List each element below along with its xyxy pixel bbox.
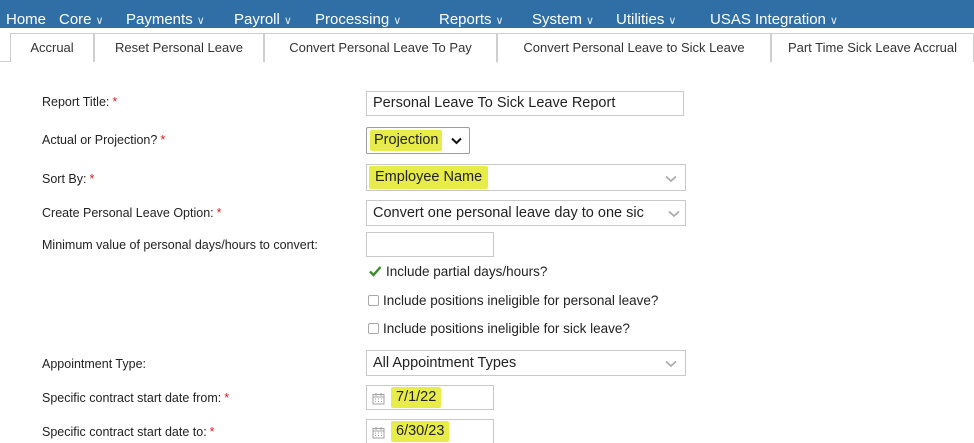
- nav-payroll[interactable]: Payroll ∨: [234, 11, 292, 30]
- nav-core-label: Core: [59, 11, 92, 28]
- chevron-down-icon: ∨: [495, 15, 504, 27]
- chevron-down-icon: [668, 210, 680, 218]
- appointment-type-value: All Appointment Types: [373, 355, 517, 371]
- start-date-from-label: Specific contract start date from: *: [42, 391, 229, 405]
- tab-convert-personal-leave-to-pay[interactable]: Convert Personal Leave To Pay: [264, 33, 497, 62]
- nav-utilities[interactable]: Utilities ∨: [616, 11, 676, 30]
- minimum-value-input[interactable]: [366, 232, 494, 257]
- start-date-to-label-text: Specific contract start date to:: [42, 425, 207, 439]
- check-icon[interactable]: [368, 264, 382, 278]
- actual-projection-select[interactable]: Projection: [366, 127, 470, 154]
- top-nav: Home Core ∨ Payments ∨ Payroll ∨ Processing…: [0, 0, 974, 28]
- appointment-type-select[interactable]: All Appointment Types: [366, 350, 686, 376]
- nav-home-label: Home: [6, 11, 47, 28]
- sort-by-select[interactable]: Employee Name: [366, 164, 686, 191]
- calendar-icon[interactable]: [372, 426, 385, 439]
- nav-payroll-label: Payroll: [234, 11, 280, 28]
- start-date-from-label-text: Specific contract start date from:: [42, 391, 222, 405]
- chevron-down-icon: ∨: [393, 15, 402, 27]
- chevron-down-icon: ∨: [95, 15, 104, 27]
- tab-accrual[interactable]: Accrual: [10, 33, 94, 62]
- chevron-down-icon: [451, 137, 462, 145]
- start-date-to-value: 6/30/23: [391, 421, 450, 442]
- chevron-down-icon: [665, 360, 677, 368]
- start-date-from-input[interactable]: 7/1/22: [366, 385, 494, 410]
- nav-payments-label: Payments: [126, 11, 193, 28]
- include-ineligible-personal-label: Include positions ineligible for persona…: [383, 293, 659, 308]
- start-date-from-value: 7/1/22: [391, 387, 442, 408]
- nav-usas-integration[interactable]: USAS Integration ∨: [710, 11, 838, 30]
- nav-reports-label: Reports: [439, 11, 492, 28]
- include-partial-label: Include partial days/hours?: [386, 264, 548, 279]
- tab-part-time-sick-leave-accrual[interactable]: Part Time Sick Leave Accrual: [771, 33, 974, 62]
- tab-bar: Accrual Reset Personal Leave Convert Per…: [0, 33, 974, 63]
- calendar-icon[interactable]: [372, 392, 385, 405]
- actual-projection-label-text: Actual or Projection?: [42, 133, 158, 147]
- tab-reset-personal-leave[interactable]: Reset Personal Leave: [94, 33, 264, 62]
- required-marker: *: [224, 391, 230, 405]
- checkbox[interactable]: [368, 295, 379, 306]
- report-title-label: Report Title: *: [42, 95, 117, 109]
- required-marker: *: [209, 425, 215, 439]
- minimum-value-label: Minimum value of personal days/hours to …: [42, 238, 318, 252]
- nav-home[interactable]: Home: [6, 11, 46, 28]
- chevron-down-icon: ∨: [829, 15, 838, 27]
- create-option-label-text: Create Personal Leave Option:: [42, 206, 214, 220]
- create-option-label: Create Personal Leave Option: *: [42, 206, 222, 220]
- report-title-input[interactable]: Personal Leave To Sick Leave Report: [366, 91, 684, 116]
- actual-projection-label: Actual or Projection? *: [42, 133, 165, 147]
- sort-by-label: Sort By: *: [42, 172, 94, 186]
- nav-utilities-label: Utilities: [616, 11, 665, 28]
- checkbox[interactable]: [368, 323, 379, 334]
- required-marker: *: [112, 95, 118, 109]
- tab-convert-personal-leave-to-sick-leave[interactable]: Convert Personal Leave to Sick Leave: [497, 33, 771, 63]
- nav-system-label: System: [532, 11, 583, 28]
- nav-processing-label: Processing: [315, 11, 390, 28]
- nav-reports[interactable]: Reports ∨: [439, 11, 504, 30]
- create-option-value: Convert one personal leave day to one si…: [373, 205, 644, 221]
- chevron-down-icon: [665, 175, 677, 183]
- sort-by-value: Employee Name: [369, 166, 489, 189]
- required-marker: *: [160, 133, 166, 147]
- start-date-to-label: Specific contract start date to: *: [42, 425, 215, 439]
- nav-usas-integration-label: USAS Integration: [710, 11, 826, 28]
- required-marker: *: [216, 206, 222, 220]
- start-date-to-input[interactable]: 6/30/23: [366, 419, 494, 443]
- nav-payments[interactable]: Payments ∨: [126, 11, 205, 30]
- actual-projection-value: Projection: [370, 130, 443, 151]
- include-ineligible-sick-label: Include positions ineligible for sick le…: [383, 321, 630, 336]
- include-ineligible-personal-checkbox-row[interactable]: Include positions ineligible for persona…: [368, 293, 658, 308]
- chevron-down-icon: ∨: [283, 15, 292, 27]
- required-marker: *: [89, 172, 95, 186]
- report-title-label-text: Report Title:: [42, 95, 110, 109]
- include-ineligible-sick-checkbox-row[interactable]: Include positions ineligible for sick le…: [368, 321, 630, 336]
- nav-system[interactable]: System ∨: [532, 11, 594, 30]
- chevron-down-icon: ∨: [196, 15, 205, 27]
- sort-by-label-text: Sort By:: [42, 172, 87, 186]
- chevron-down-icon: ∨: [586, 15, 595, 27]
- nav-processing[interactable]: Processing ∨: [315, 11, 401, 30]
- nav-core[interactable]: Core ∨: [59, 11, 104, 30]
- appointment-type-label: Appointment Type:: [42, 357, 147, 371]
- chevron-down-icon: ∨: [668, 15, 677, 27]
- create-option-select[interactable]: Convert one personal leave day to one si…: [366, 200, 686, 226]
- include-partial-checkbox-row[interactable]: Include partial days/hours?: [368, 264, 547, 279]
